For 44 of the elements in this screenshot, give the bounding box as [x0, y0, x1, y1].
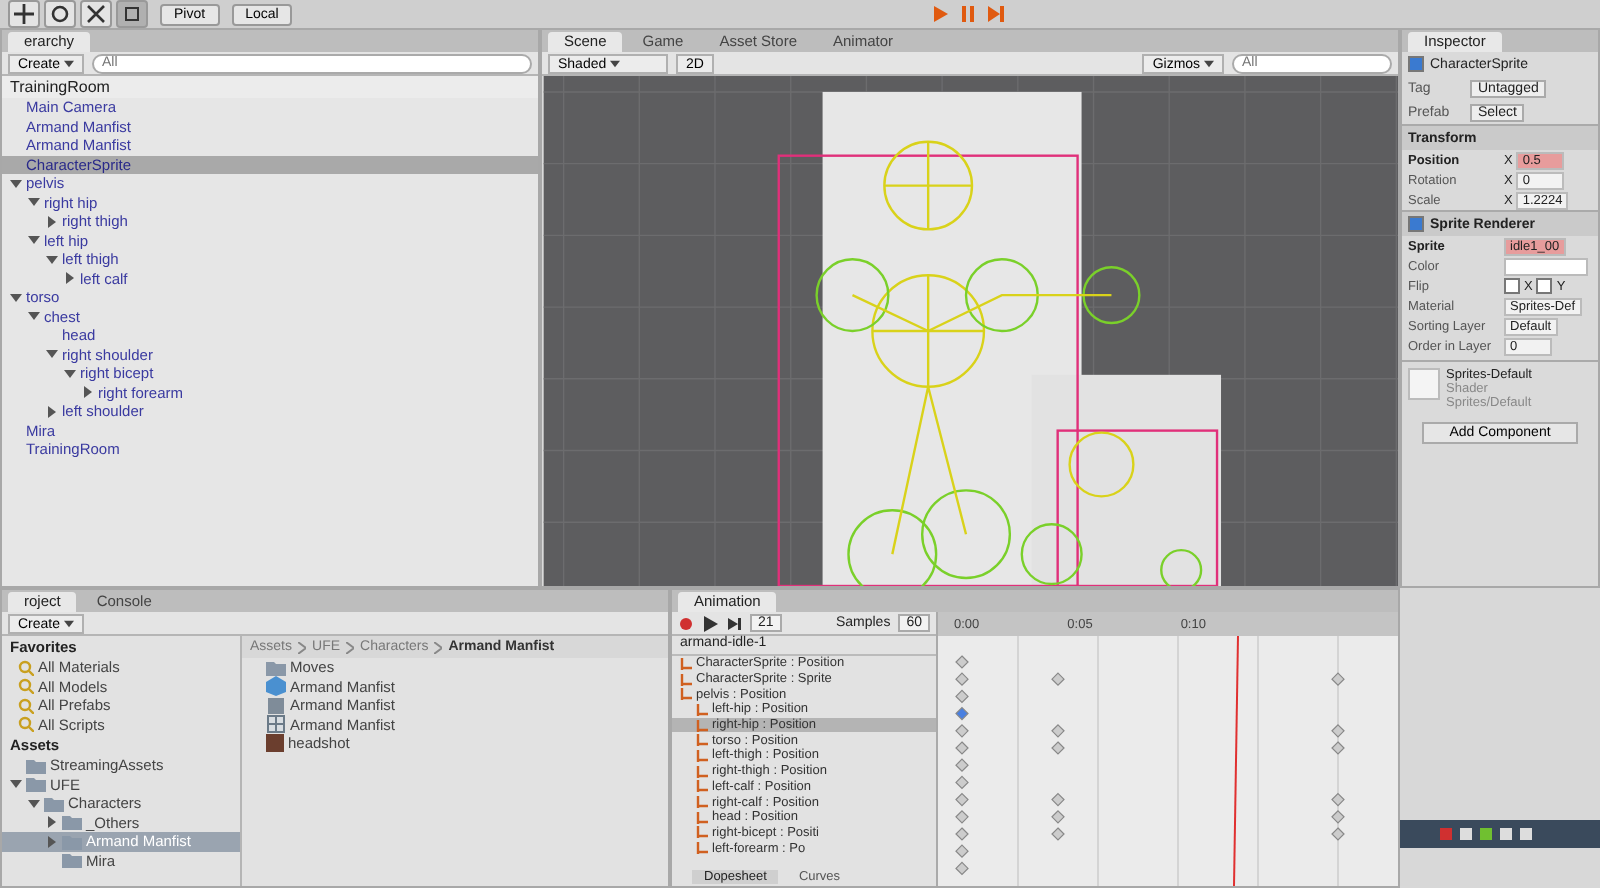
caret-icon [610, 59, 621, 68]
collapse-arrow-icon[interactable] [46, 215, 58, 228]
transform-icon [680, 657, 692, 670]
expand-arrow-icon[interactable] [28, 310, 40, 323]
record-icon[interactable] [678, 615, 694, 631]
next-key-icon[interactable] [726, 615, 742, 631]
expand-arrow-icon[interactable] [46, 253, 58, 266]
expand-arrow-icon[interactable] [28, 234, 40, 247]
expand-arrow-icon[interactable] [28, 797, 40, 810]
expand-arrow-icon[interactable] [28, 196, 40, 209]
expand-arrow-icon[interactable] [46, 348, 58, 361]
caret-icon [63, 619, 74, 628]
expand-arrow-icon[interactable] [10, 778, 22, 791]
flip-checkbox[interactable] [1536, 278, 1553, 294]
expand-arrow-icon[interactable] [10, 177, 22, 190]
scale-tool-icon[interactable] [80, 0, 112, 28]
flip-checkbox[interactable] [1504, 278, 1520, 294]
chevron-icon [434, 641, 443, 653]
rotate-tool-icon[interactable] [44, 0, 76, 28]
photo-placeholder [266, 734, 284, 753]
color-field[interactable] [1504, 257, 1588, 275]
rect-tool-icon[interactable] [116, 0, 148, 28]
scene-header: TrainingRoom [2, 76, 538, 98]
transform-icon [696, 842, 708, 855]
collapse-arrow-icon[interactable] [46, 816, 58, 829]
expand-arrow-icon[interactable] [10, 291, 22, 304]
caret-icon [63, 59, 74, 68]
chevron-icon [298, 641, 307, 653]
material-preview [1408, 368, 1440, 400]
document-icon [266, 695, 286, 716]
scene-viewport[interactable] [542, 76, 1398, 586]
move-tool-icon[interactable] [8, 0, 40, 28]
active-checkbox[interactable] [1408, 56, 1424, 72]
collapse-arrow-icon[interactable] [82, 386, 94, 399]
expand-arrow-icon[interactable] [64, 367, 76, 380]
chevron-icon [346, 641, 355, 653]
caret-icon [1204, 59, 1214, 68]
collapse-arrow-icon[interactable] [64, 272, 76, 285]
cube-icon [266, 676, 286, 697]
collapse-arrow-icon[interactable] [46, 835, 58, 848]
grid-icon [266, 714, 286, 735]
transform-icon [696, 703, 708, 716]
enabled-checkbox[interactable] [1408, 216, 1424, 232]
collapse-arrow-icon[interactable] [46, 405, 58, 418]
